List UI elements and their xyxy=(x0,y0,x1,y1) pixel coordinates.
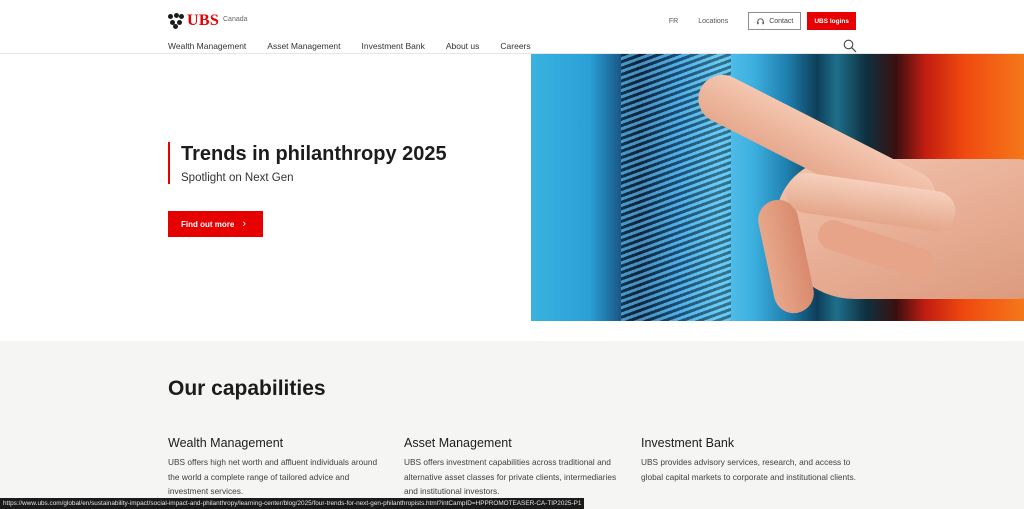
main-nav: Wealth Management Asset Management Inves… xyxy=(168,41,552,51)
hero-text-block: Trends in philanthropy 2025 Spotlight on… xyxy=(168,142,447,184)
headset-icon xyxy=(757,17,765,24)
cta-label: Find out more xyxy=(181,219,235,229)
language-link[interactable]: FR xyxy=(669,18,678,25)
capability-card[interactable]: Wealth Management UBS offers high net wo… xyxy=(168,436,383,499)
site-header: UBS Canada FR Locations Contact UBS logi… xyxy=(0,0,1024,54)
capability-card[interactable]: Investment Bank UBS provides advisory se… xyxy=(641,436,856,484)
capability-heading[interactable]: Investment Bank xyxy=(641,436,856,450)
locations-link[interactable]: Locations xyxy=(698,18,728,25)
nav-wealth-management[interactable]: Wealth Management xyxy=(168,41,246,51)
capabilities-title: Our capabilities xyxy=(168,377,326,400)
nav-about-us[interactable]: About us xyxy=(446,41,480,51)
capabilities-section: Our capabilities Wealth Management UBS o… xyxy=(0,341,1024,509)
hero-teaser: Trends in philanthropy 2025 Spotlight on… xyxy=(0,54,1024,321)
nav-investment-bank[interactable]: Investment Bank xyxy=(362,41,425,51)
region-label[interactable]: Canada xyxy=(223,16,248,23)
capability-heading[interactable]: Wealth Management xyxy=(168,436,383,450)
find-out-more-button[interactable]: Find out more › xyxy=(168,211,263,237)
brand-name: UBS xyxy=(187,12,220,29)
capability-heading[interactable]: Asset Management xyxy=(404,436,619,450)
utility-links: FR Locations Contact UBS logins xyxy=(669,12,856,30)
hero-image[interactable] xyxy=(531,54,1024,321)
capability-text: UBS offers investment capabilities acros… xyxy=(404,457,617,496)
three-keys-icon xyxy=(168,13,184,29)
capability-text: UBS offers high net worth and affluent i… xyxy=(168,457,378,496)
hero-title: Trends in philanthropy 2025 xyxy=(181,143,447,165)
page: UBS Canada FR Locations Contact UBS logi… xyxy=(0,0,1024,509)
hero-subtitle: Spotlight on Next Gen xyxy=(181,172,294,184)
nav-careers[interactable]: Careers xyxy=(500,41,530,51)
contact-button[interactable]: Contact xyxy=(748,12,802,30)
ubs-logins-button[interactable]: UBS logins xyxy=(807,12,856,30)
chevron-right-icon: › xyxy=(242,218,246,230)
nav-asset-management[interactable]: Asset Management xyxy=(267,41,340,51)
link-status-url: https://www.ubs.com/global/en/sustainabi… xyxy=(0,498,585,509)
capability-text: UBS provides advisory services, research… xyxy=(641,457,856,482)
search-icon[interactable] xyxy=(843,39,857,53)
contact-label: Contact xyxy=(769,17,794,25)
ubs-logo[interactable]: UBS xyxy=(168,12,219,30)
capability-card[interactable]: Asset Management UBS offers investment c… xyxy=(404,436,619,499)
